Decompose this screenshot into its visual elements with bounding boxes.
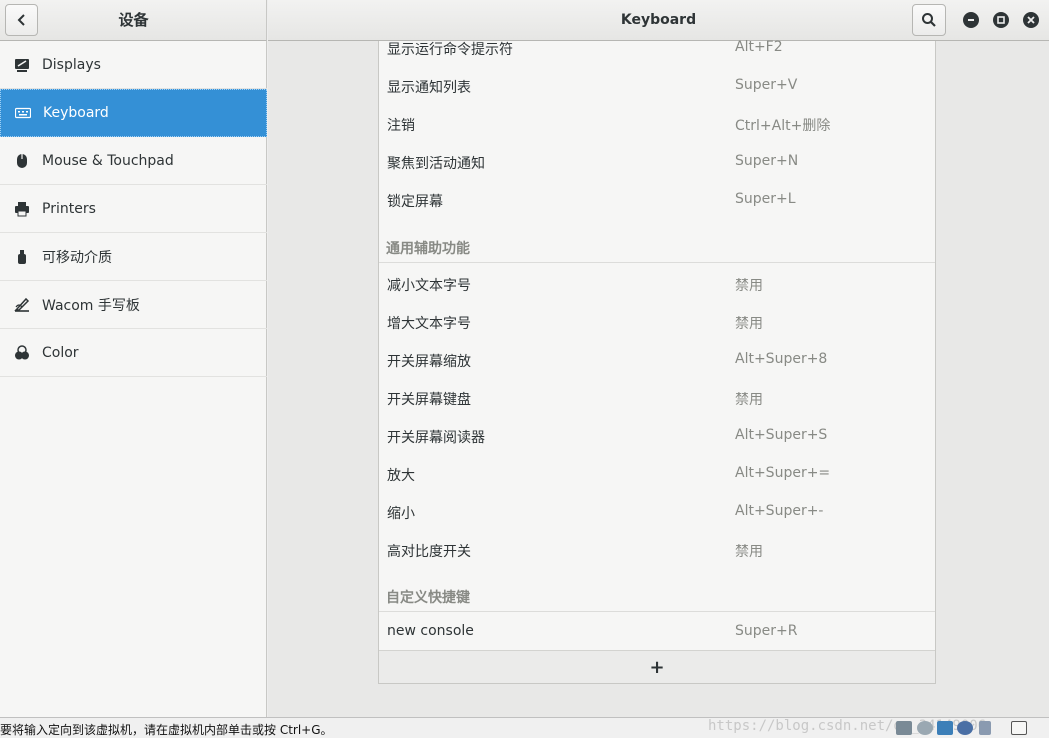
sidebar-item-label: Keyboard <box>43 105 109 121</box>
shortcut-name: new console <box>387 623 474 639</box>
shortcut-accel: Super+L <box>735 191 796 207</box>
shortcut-row[interactable]: 开关屏幕阅读器 Alt+Super+S <box>379 417 935 455</box>
chevron-left-icon <box>17 14 25 26</box>
shortcut-row[interactable]: 聚焦到活动通知 Super+N <box>379 143 935 181</box>
plus-icon: + <box>649 656 665 678</box>
sidebar-item-displays[interactable]: Displays <box>0 41 267 89</box>
shortcut-row[interactable]: 减小文本字号 禁用 <box>379 265 935 303</box>
shortcut-row[interactable]: 开关屏幕键盘 禁用 <box>379 379 935 417</box>
sidebar-item-label: Mouse & Touchpad <box>42 152 174 169</box>
sidebar-title: 设备 <box>118 11 149 29</box>
shortcut-name: 放大 <box>387 468 415 484</box>
shortcut-name: 聚焦到活动通知 <box>387 156 485 172</box>
shortcut-accel: Alt+Super+8 <box>735 351 828 367</box>
shortcut-row[interactable]: 显示通知列表 Super+V <box>379 67 935 105</box>
shortcut-row[interactable]: 增大文本字号 禁用 <box>379 303 935 341</box>
shortcut-row[interactable]: 缩小 Alt+Super+- <box>379 493 935 531</box>
shortcut-name: 减小文本字号 <box>387 278 471 294</box>
network-icon[interactable] <box>937 721 953 735</box>
shortcut-accel: Alt+Super+- <box>735 503 824 519</box>
add-shortcut-button[interactable]: + <box>379 650 935 683</box>
shortcut-accel: Ctrl+Alt+删除 <box>735 118 831 134</box>
sidebar-header: 设备 <box>0 0 267 41</box>
back-button[interactable] <box>5 4 38 36</box>
sidebar-item-label: Displays <box>42 56 101 73</box>
sidebar-item-label: Color <box>42 344 79 361</box>
usb-icon[interactable] <box>957 721 973 735</box>
shortcut-name: 增大文本字号 <box>387 316 471 332</box>
shortcut-accel: 禁用 <box>735 278 763 294</box>
section-title-custom: 自定义快捷键 <box>386 590 470 606</box>
shortcut-accel: Super+R <box>735 623 798 639</box>
main-content: 显示运行命令提示符 Alt+F2 显示通知列表 Super+V 注销 Ctrl+… <box>268 39 1049 717</box>
color-icon <box>13 344 31 362</box>
maximize-button[interactable] <box>993 12 1009 28</box>
usb-drive-icon <box>13 248 31 266</box>
shortcut-row[interactable]: 放大 Alt+Super+= <box>379 455 935 493</box>
sidebar-item-color[interactable]: Color <box>0 329 267 377</box>
vm-status-bar: 要将输入定向到该虚拟机，请在虚拟机内部单击或按 Ctrl+G。 https://… <box>0 717 1049 738</box>
sidebar-item-keyboard[interactable]: Keyboard <box>0 89 267 137</box>
shortcut-row[interactable]: 锁定屏幕 Super+L <box>379 181 935 219</box>
shortcut-row[interactable]: 开关屏幕缩放 Alt+Super+8 <box>379 341 935 379</box>
shortcut-accel: 禁用 <box>735 544 763 560</box>
shortcut-row[interactable]: new console Super+R <box>379 613 935 651</box>
shortcut-name: 显示运行命令提示符 <box>387 42 513 58</box>
minimize-icon <box>968 19 974 21</box>
shortcut-accel: 禁用 <box>735 316 763 332</box>
close-icon <box>1027 16 1035 24</box>
shortcut-row[interactable]: 显示运行命令提示符 Alt+F2 <box>379 29 935 67</box>
section-divider <box>379 262 935 263</box>
shortcut-row[interactable]: 高对比度开关 禁用 <box>379 531 935 569</box>
sidebar-item-wacom[interactable]: Wacom 手写板 <box>0 281 267 329</box>
printer-icon <box>13 200 31 218</box>
message-icon[interactable] <box>1011 721 1027 735</box>
shortcut-name: 开关屏幕缩放 <box>387 354 471 370</box>
sidebar-item-label: Wacom 手写板 <box>42 297 140 314</box>
shortcut-accel: Alt+F2 <box>735 39 783 55</box>
section-divider <box>379 611 935 612</box>
tablet-pen-icon <box>13 296 31 314</box>
shortcut-accel: Super+N <box>735 153 799 169</box>
vm-status-text: 要将输入定向到该虚拟机，请在虚拟机内部单击或按 Ctrl+G。 <box>0 723 333 737</box>
mouse-icon <box>13 152 31 170</box>
sidebar-item-printers[interactable]: Printers <box>0 185 267 233</box>
sidebar-item-label: 可移动介质 <box>42 249 112 266</box>
maximize-icon <box>997 16 1005 24</box>
shortcut-name: 注销 <box>387 118 415 134</box>
shortcut-name: 开关屏幕键盘 <box>387 392 471 408</box>
cd-icon[interactable] <box>917 721 933 735</box>
display-icon <box>13 56 31 74</box>
sidebar-item-mouse-touchpad[interactable]: Mouse & Touchpad <box>0 137 267 185</box>
shortcut-list: 显示运行命令提示符 Alt+F2 显示通知列表 Super+V 注销 Ctrl+… <box>378 39 936 684</box>
sidebar-item-label: Printers <box>42 200 96 217</box>
settings-window: 设备 Keyboard Displays Keyboard Mouse & To… <box>0 0 1049 717</box>
shortcut-accel: 禁用 <box>735 392 763 408</box>
sidebar-item-removable-media[interactable]: 可移动介质 <box>0 233 267 281</box>
shortcut-accel: Alt+Super+= <box>735 465 831 481</box>
shortcut-name: 开关屏幕阅读器 <box>387 430 485 446</box>
section-title-accessibility: 通用辅助功能 <box>386 241 470 257</box>
sidebar: Displays Keyboard Mouse & Touchpad Print… <box>0 41 267 717</box>
hard-disk-icon[interactable] <box>896 721 912 735</box>
shortcut-name: 锁定屏幕 <box>387 194 443 210</box>
shortcut-row[interactable]: 注销 Ctrl+Alt+删除 <box>379 105 935 143</box>
shortcut-name: 显示通知列表 <box>387 80 471 96</box>
sound-icon[interactable] <box>979 721 991 735</box>
shortcut-accel: Super+V <box>735 77 798 93</box>
shortcut-name: 高对比度开关 <box>387 544 471 560</box>
shortcut-name: 缩小 <box>387 506 415 522</box>
shortcut-accel: Alt+Super+S <box>735 427 828 443</box>
keyboard-icon <box>14 104 32 122</box>
search-icon <box>922 13 936 27</box>
close-button[interactable] <box>1023 12 1039 28</box>
minimize-button[interactable] <box>963 12 979 28</box>
